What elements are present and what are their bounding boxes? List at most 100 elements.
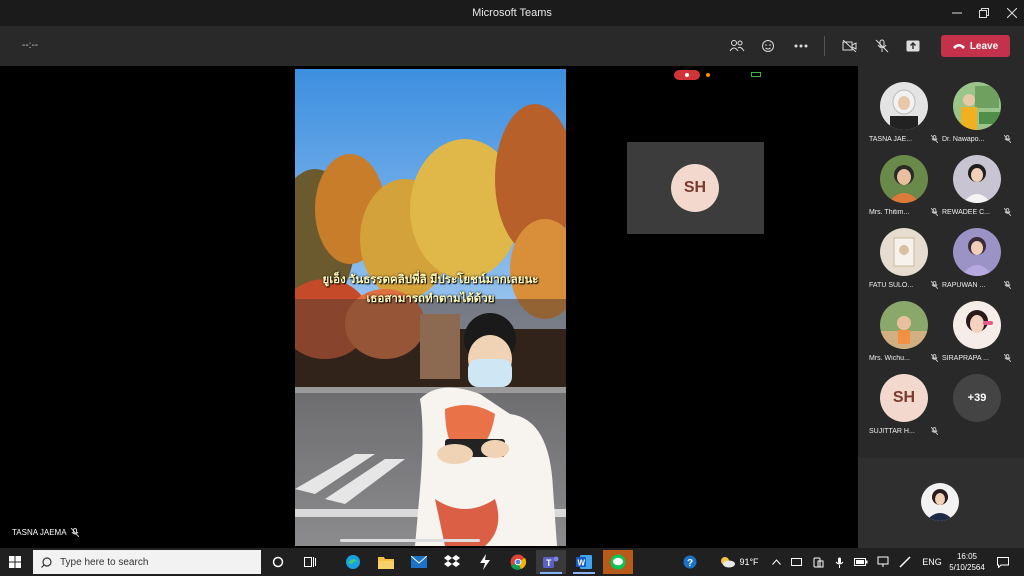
notifications-button[interactable] — [992, 548, 1014, 576]
tray-app-icon[interactable] — [810, 548, 826, 576]
mic-off-icon — [931, 135, 938, 143]
avatar-photo — [880, 301, 928, 349]
phone-hangup-icon — [952, 44, 965, 49]
app-taskbar-button[interactable] — [470, 550, 500, 574]
avatar — [953, 155, 1001, 203]
svg-text:?: ? — [687, 558, 693, 569]
self-view — [858, 458, 1024, 548]
avatar — [953, 301, 1001, 349]
lightning-app-icon — [480, 554, 490, 570]
camera-off-icon — [842, 40, 857, 52]
mic-off-icon — [1004, 135, 1011, 143]
participant-tile-sh[interactable]: SH — [627, 142, 764, 234]
participant-item[interactable]: SH SUJITTAR H... — [869, 374, 939, 444]
mic-off-icon — [931, 281, 938, 289]
chrome-taskbar-button[interactable] — [503, 550, 533, 574]
avatar-photo — [953, 301, 1001, 349]
windows-logo-icon — [9, 556, 21, 568]
folder-icon — [378, 557, 394, 569]
avatar-photo — [953, 228, 1001, 276]
weather-widget[interactable]: 91°F — [715, 548, 763, 576]
pen-icon — [899, 556, 911, 568]
participant-item[interactable]: REWADEE C... — [942, 155, 1012, 225]
help-tray-button[interactable]: ? — [678, 548, 702, 576]
word-icon: W — [576, 555, 592, 569]
clock-time: 16:05 — [956, 552, 978, 561]
mic-off-icon — [931, 427, 938, 435]
participant-item[interactable]: SIRAPRAPA ... — [942, 301, 1012, 371]
camera-toggle-button[interactable] — [837, 34, 863, 58]
participant-name: Mrs. Thitim... — [869, 209, 910, 216]
phone-link-icon — [813, 557, 823, 567]
dropbox-taskbar-button[interactable] — [437, 550, 467, 574]
mic-toggle-button[interactable] — [869, 34, 895, 58]
svg-text:W: W — [578, 559, 586, 568]
edge-taskbar-button[interactable] — [338, 550, 368, 574]
people-icon — [729, 40, 745, 52]
taskbar-clock[interactable]: 16:05 5/10/2564 — [946, 551, 988, 573]
network-icon — [877, 556, 889, 567]
mic-off-icon — [931, 208, 938, 216]
toolbar-divider — [824, 36, 825, 56]
participant-item[interactable]: Dr. Nawapo... — [942, 82, 1012, 152]
start-button[interactable] — [0, 550, 30, 574]
more-participants-button[interactable]: +39 — [942, 374, 1012, 444]
line-chat-icon — [610, 554, 626, 570]
taskbar-search[interactable]: Type here to search — [33, 550, 261, 574]
search-placeholder: Type here to search — [60, 556, 149, 568]
task-view-icon — [304, 557, 316, 567]
participant-name: TASNA JAE... — [869, 136, 913, 143]
dropbox-icon — [444, 555, 460, 567]
recording-indicator — [674, 70, 700, 80]
participant-item[interactable]: RAPUWAN ... — [942, 228, 1012, 298]
search-icon — [41, 556, 52, 568]
avatar-photo — [953, 155, 1001, 203]
show-hidden-icons-button[interactable] — [768, 548, 784, 576]
participant-item[interactable]: Mrs. Thitim... — [869, 155, 939, 225]
participant-item[interactable]: FATU SULO... — [869, 228, 939, 298]
edge-icon — [346, 555, 360, 569]
line-taskbar-button[interactable] — [603, 550, 633, 574]
participants-button[interactable] — [724, 34, 750, 58]
teams-icon: T — [543, 556, 559, 568]
network-tray-icon[interactable] — [874, 548, 892, 576]
tray-app-icon[interactable] — [788, 548, 804, 576]
window-title: Microsoft Teams — [472, 7, 552, 19]
status-dot — [706, 73, 710, 77]
battery-tray-icon[interactable] — [852, 548, 870, 576]
word-taskbar-button[interactable]: W — [569, 550, 599, 574]
avatar-photo — [921, 483, 959, 521]
participant-item[interactable]: Mrs. Wichu... — [869, 301, 939, 371]
battery-indicator — [751, 72, 761, 77]
reactions-button[interactable] — [756, 34, 782, 58]
more-count: +39 — [953, 374, 1001, 422]
input-language-indicator[interactable]: ENG — [919, 548, 945, 576]
mic-off-icon — [1004, 208, 1011, 216]
share-screen-button[interactable] — [900, 34, 926, 58]
mic-off-icon — [931, 354, 938, 362]
microphone-icon — [835, 557, 843, 568]
mail-taskbar-button[interactable] — [404, 550, 434, 574]
mic-off-icon — [70, 528, 79, 537]
more-actions-button[interactable] — [788, 34, 814, 58]
battery-icon — [854, 558, 868, 566]
participant-name: SUJITTAR H... — [869, 428, 915, 435]
task-view-button[interactable] — [295, 550, 325, 574]
cortana-button[interactable] — [263, 550, 293, 574]
participant-name: SIRAPRAPA ... — [942, 355, 989, 362]
avatar-photo — [880, 228, 928, 276]
participant-item[interactable]: TASNA JAE... — [869, 82, 939, 152]
microphone-tray-icon[interactable] — [831, 548, 847, 576]
teams-taskbar-button[interactable]: T — [536, 550, 566, 574]
close-button[interactable] — [994, 0, 1024, 26]
avatar — [953, 228, 1001, 276]
avatar — [880, 301, 928, 349]
avatar-photo — [953, 82, 1001, 130]
pen-tray-icon[interactable] — [896, 548, 914, 576]
ellipsis-icon — [794, 44, 808, 48]
file-explorer-taskbar-button[interactable] — [371, 550, 401, 574]
leave-button[interactable]: Leave — [941, 35, 1010, 57]
share-tray-icon — [906, 40, 920, 52]
smiley-hand-icon — [762, 40, 774, 52]
avatar — [880, 228, 928, 276]
